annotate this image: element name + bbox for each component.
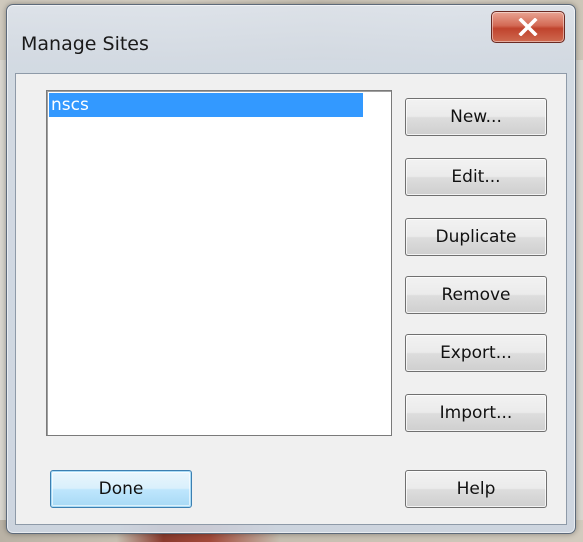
- export-button[interactable]: Export...: [405, 334, 547, 372]
- close-button[interactable]: [491, 11, 565, 43]
- edit-button[interactable]: Edit...: [405, 158, 547, 196]
- manage-sites-dialog: Manage Sites nscs New... Edit... Duplica…: [6, 4, 576, 534]
- import-button[interactable]: Import...: [405, 394, 547, 432]
- new-button[interactable]: New...: [405, 98, 547, 136]
- help-button[interactable]: Help: [405, 470, 547, 508]
- site-list-item[interactable]: nscs: [49, 93, 363, 117]
- close-x-icon: [518, 18, 538, 36]
- dialog-title: Manage Sites: [21, 33, 149, 55]
- duplicate-button[interactable]: Duplicate: [405, 218, 547, 256]
- done-button[interactable]: Done: [50, 470, 192, 508]
- title-bar[interactable]: Manage Sites: [7, 5, 575, 73]
- sites-listbox[interactable]: nscs: [46, 90, 392, 436]
- dialog-content: nscs New... Edit... Duplicate Remove Exp…: [15, 73, 567, 525]
- remove-button[interactable]: Remove: [405, 276, 547, 314]
